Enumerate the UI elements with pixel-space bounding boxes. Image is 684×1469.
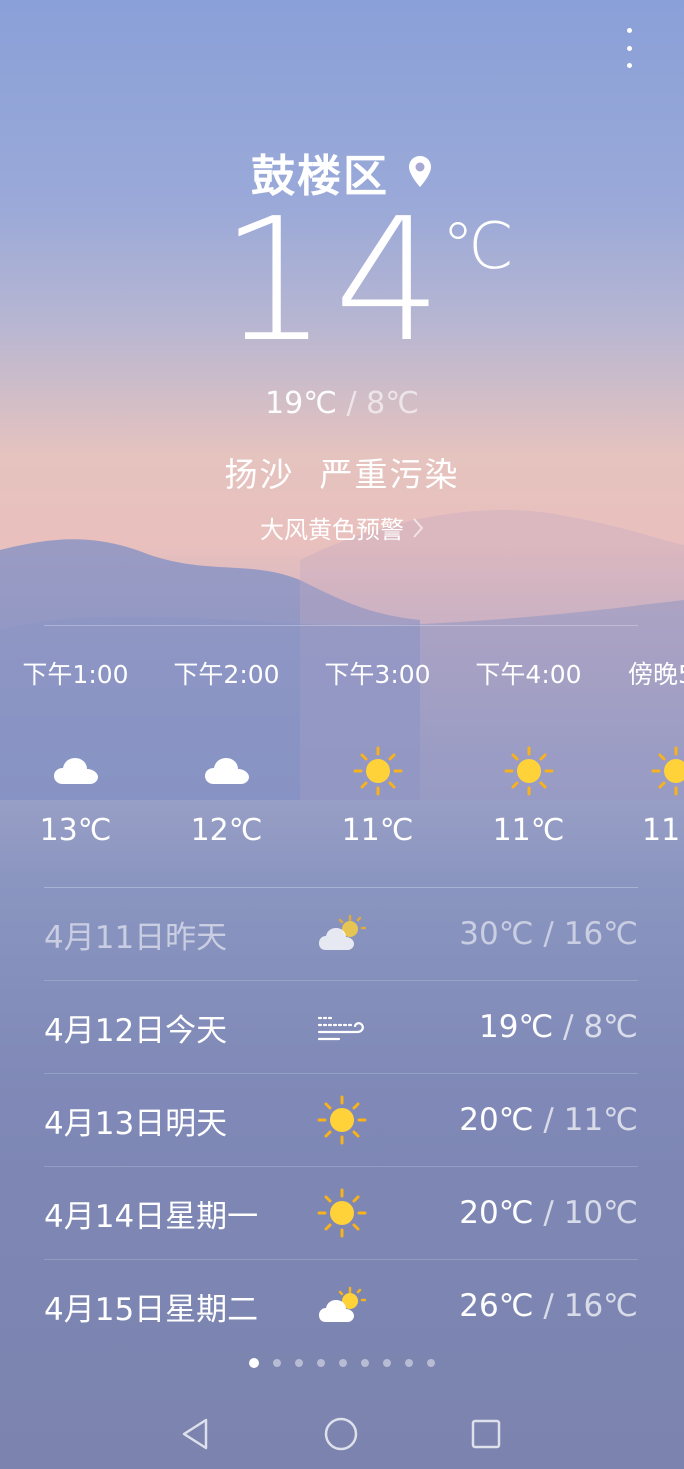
day-temps: 30℃ / 16℃ [459,916,638,952]
day-high: 20℃ [459,1102,534,1138]
sun-icon [604,735,684,807]
page-dot[interactable] [273,1359,281,1367]
alert-text: 大风黄色预警 [260,516,404,544]
hour-temp: 11℃ [492,813,565,848]
sun-icon [302,735,453,807]
day-low: 11℃ [563,1102,638,1138]
hourly-item: 下午3:00 11℃ [302,655,453,848]
hourly-item: 傍晚5 11 [604,655,684,848]
day-low: 16℃ [563,916,638,952]
day-temps: 20℃ / 10℃ [459,1195,638,1231]
day-date: 4月15日星期二 [44,1291,259,1328]
daily-row[interactable]: 4月13日明天 20℃ / 11℃ [44,1074,638,1167]
day-low: 8℃ [583,1009,638,1045]
back-icon[interactable] [176,1414,216,1454]
page-dot-active[interactable] [249,1358,259,1368]
hour-temp: 11 [642,813,681,848]
daily-row[interactable]: 4月14日星期一 20℃ / 10℃ [44,1167,638,1260]
day-high: 30℃ [459,916,534,952]
daily-row[interactable]: 4月12日今天 19℃ / 8℃ [44,981,638,1074]
system-nav-bar [0,1400,684,1464]
divider [44,625,638,626]
daily-forecast[interactable]: 4月11日昨天 30℃ / 16℃ 4月12日今天 19℃ / 8℃ 4月13日… [44,888,638,1352]
hourly-forecast[interactable]: 下午1:00 13℃ 下午2:00 12℃ 下午3:00 11℃ 下午4:00 … [0,655,684,865]
day-high: 19℃ [479,1009,554,1045]
day-temps: 20℃ / 11℃ [459,1102,638,1138]
day-temps: 26℃ / 16℃ [459,1288,638,1324]
chevron-right-icon [413,517,424,538]
hour-time: 下午4:00 [475,660,582,689]
more-options-icon[interactable] [622,28,636,68]
hourly-item: 下午1:00 13℃ [0,655,151,848]
day-date: 4月12日今天 [44,1012,228,1049]
hourly-item: 下午2:00 12℃ [151,655,302,848]
temperature-value: 14 [219,182,449,380]
partly-cloudy-icon [312,1276,372,1336]
temperature-unit: ℃ [442,210,514,284]
current-temperature: 14 ℃ [0,196,684,366]
page-dot[interactable] [405,1359,413,1367]
today-high: 19℃ [265,386,337,421]
hour-time: 傍晚5 [628,660,684,689]
day-date: 4月13日明天 [44,1105,228,1142]
temp-separator: / [543,1102,554,1138]
hour-temp: 12℃ [190,813,263,848]
page-dot[interactable] [361,1359,369,1367]
sun-icon [453,735,604,807]
sun-icon [312,1183,372,1243]
temp-separator: / [543,1288,554,1324]
day-low: 10℃ [563,1195,638,1231]
hour-temp: 11℃ [341,813,414,848]
wind-icon [312,997,372,1057]
hour-time: 下午3:00 [324,660,431,689]
daily-row[interactable]: 4月11日昨天 30℃ / 16℃ [44,888,638,981]
sun-icon [312,1090,372,1150]
day-high: 26℃ [459,1288,534,1324]
day-high: 20℃ [459,1195,534,1231]
day-date: 4月14日星期一 [44,1198,259,1235]
partly-cloudy-icon [312,904,372,964]
temp-separator: / [563,1009,574,1045]
weather-alert-link[interactable]: 大风黄色预警 [0,510,684,545]
daily-row[interactable]: 4月15日星期二 26℃ / 16℃ [44,1260,638,1352]
home-icon[interactable] [321,1414,361,1454]
page-dot[interactable] [427,1359,435,1367]
hourly-item: 下午4:00 11℃ [453,655,604,848]
page-dot[interactable] [317,1359,325,1367]
page-dot[interactable] [295,1359,303,1367]
temp-separator: / [543,1195,554,1231]
hour-time: 下午1:00 [22,660,129,689]
weather-conditions: 扬沙 严重污染 [224,455,460,494]
page-dot[interactable] [383,1359,391,1367]
today-low: 8℃ [366,386,419,421]
day-low: 16℃ [563,1288,638,1324]
range-separator: / [346,386,357,421]
cloud-icon [151,735,302,807]
hour-temp: 13℃ [39,813,112,848]
recents-icon[interactable] [466,1414,506,1454]
page-dot[interactable] [339,1359,347,1367]
today-range: 19℃ / 8℃ [0,386,684,421]
cloud-icon [0,735,151,807]
temp-separator: / [543,916,554,952]
day-temps: 19℃ / 8℃ [479,1009,638,1045]
day-date: 4月11日昨天 [44,919,228,956]
hour-time: 下午2:00 [173,660,280,689]
page-indicator[interactable] [0,1358,684,1368]
